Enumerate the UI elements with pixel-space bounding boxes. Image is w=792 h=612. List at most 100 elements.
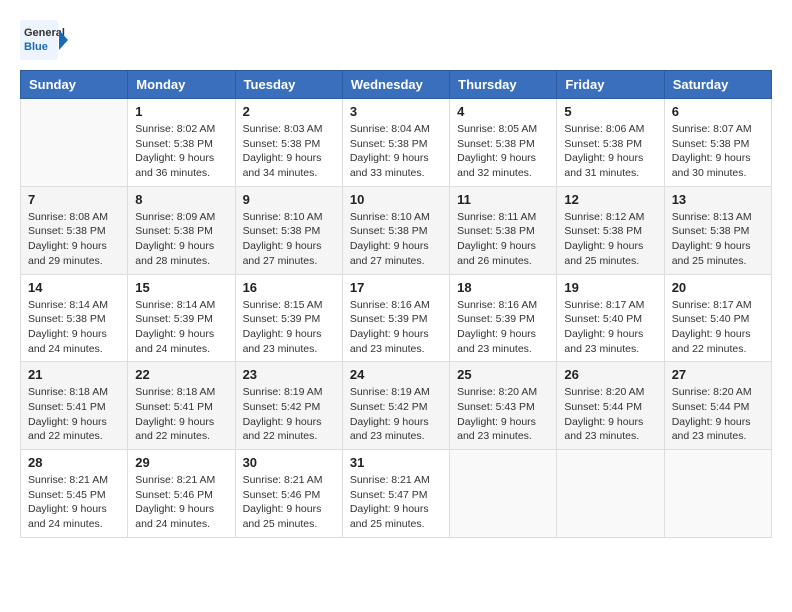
calendar-cell: 25Sunrise: 8:20 AM Sunset: 5:43 PM Dayli… xyxy=(450,362,557,450)
calendar-cell: 12 Sunrise: 8:12 AM Sunset: 5:38 PM Dayli… xyxy=(557,186,664,274)
calendar-cell: 11 Sunrise: 8:11 AM Sunset: 5:38 PM Dayli… xyxy=(450,186,557,274)
day-number: 30 xyxy=(243,455,335,470)
day-number: 9 xyxy=(243,192,335,207)
day-header-wednesday: Wednesday xyxy=(342,71,449,99)
day-detail: Sunrise: 8:18 AM Sunset: 5:41 PM Dayligh… xyxy=(28,385,120,444)
calendar-cell: 13 Sunrise: 8:13 AM Sunset: 5:38 PM Dayli… xyxy=(664,186,771,274)
calendar-cell xyxy=(21,99,128,187)
calendar-cell: 21 Sunrise: 8:18 AM Sunset: 5:41 PM Dayli… xyxy=(21,362,128,450)
day-detail: Sunrise: 8:09 AM Sunset: 5:38 PM Dayligh… xyxy=(135,210,227,269)
day-number: 5 xyxy=(564,104,656,119)
day-number: 23 xyxy=(243,367,335,382)
day-detail: Sunrise: 8:19 AM Sunset: 5:42 PM Dayligh… xyxy=(350,385,442,444)
day-detail: Sunrise: 8:17 AM Sunset: 5:40 PM Dayligh… xyxy=(672,298,764,357)
calendar-cell: 10 Sunrise: 8:10 AM Sunset: 5:38 PM Dayli… xyxy=(342,186,449,274)
calendar-cell: 24 Sunrise: 8:19 AM Sunset: 5:42 PM Dayli… xyxy=(342,362,449,450)
day-number: 19 xyxy=(564,280,656,295)
day-number: 14 xyxy=(28,280,120,295)
calendar-week-2: 7 Sunrise: 8:08 AM Sunset: 5:38 PM Daylig… xyxy=(21,186,772,274)
calendar-cell: 5 Sunrise: 8:06 AM Sunset: 5:38 PM Daylig… xyxy=(557,99,664,187)
day-detail: Sunrise: 8:21 AM Sunset: 5:46 PM Dayligh… xyxy=(135,473,227,532)
day-number: 29 xyxy=(135,455,227,470)
calendar-cell: 22 Sunrise: 8:18 AM Sunset: 5:41 PM Dayli… xyxy=(128,362,235,450)
calendar-cell xyxy=(664,450,771,538)
calendar-cell: 14 Sunrise: 8:14 AM Sunset: 5:38 PM Dayli… xyxy=(21,274,128,362)
day-detail: Sunrise: 8:20 AM Sunset: 5:44 PM Dayligh… xyxy=(672,385,764,444)
calendar-cell: 19 Sunrise: 8:17 AM Sunset: 5:40 PM Dayli… xyxy=(557,274,664,362)
day-detail: Sunrise: 8:21 AM Sunset: 5:45 PM Dayligh… xyxy=(28,473,120,532)
day-detail: Sunrise: 8:18 AM Sunset: 5:41 PM Dayligh… xyxy=(135,385,227,444)
day-detail: Sunrise: 8:11 AM Sunset: 5:38 PM Dayligh… xyxy=(457,210,549,269)
calendar-week-1: 1 Sunrise: 8:02 AM Sunset: 5:38 PM Daylig… xyxy=(21,99,772,187)
day-number: 1 xyxy=(135,104,227,119)
calendar-cell: 6 Sunrise: 8:07 AM Sunset: 5:38 PM Daylig… xyxy=(664,99,771,187)
day-detail: Sunrise: 8:05 AM Sunset: 5:38 PM Dayligh… xyxy=(457,122,549,181)
day-detail: Sunrise: 8:03 AM Sunset: 5:38 PM Dayligh… xyxy=(243,122,335,181)
day-header-monday: Monday xyxy=(128,71,235,99)
calendar-body: 1 Sunrise: 8:02 AM Sunset: 5:38 PM Daylig… xyxy=(21,99,772,538)
day-number: 10 xyxy=(350,192,442,207)
day-detail: Sunrise: 8:10 AM Sunset: 5:38 PM Dayligh… xyxy=(350,210,442,269)
day-header-friday: Friday xyxy=(557,71,664,99)
day-detail: Sunrise: 8:10 AM Sunset: 5:38 PM Dayligh… xyxy=(243,210,335,269)
svg-text:Blue: Blue xyxy=(24,41,48,53)
calendar-header-row: SundayMondayTuesdayWednesdayThursdayFrid… xyxy=(21,71,772,99)
logo: General Blue xyxy=(20,20,70,60)
day-number: 21 xyxy=(28,367,120,382)
svg-text:General: General xyxy=(24,27,65,39)
day-number: 11 xyxy=(457,192,549,207)
calendar-cell: 1 Sunrise: 8:02 AM Sunset: 5:38 PM Daylig… xyxy=(128,99,235,187)
day-number: 12 xyxy=(564,192,656,207)
calendar-week-3: 14 Sunrise: 8:14 AM Sunset: 5:38 PM Dayli… xyxy=(21,274,772,362)
day-number: 6 xyxy=(672,104,764,119)
calendar-week-4: 21 Sunrise: 8:18 AM Sunset: 5:41 PM Dayli… xyxy=(21,362,772,450)
day-detail: Sunrise: 8:02 AM Sunset: 5:38 PM Dayligh… xyxy=(135,122,227,181)
calendar-cell: 30 Sunrise: 8:21 AM Sunset: 5:46 PM Dayli… xyxy=(235,450,342,538)
day-number: 22 xyxy=(135,367,227,382)
calendar-cell: 3Sunrise: 8:04 AM Sunset: 5:38 PM Daylig… xyxy=(342,99,449,187)
day-number: 27 xyxy=(672,367,764,382)
calendar-cell: 20Sunrise: 8:17 AM Sunset: 5:40 PM Dayli… xyxy=(664,274,771,362)
day-number: 28 xyxy=(28,455,120,470)
day-detail: Sunrise: 8:04 AM Sunset: 5:38 PM Dayligh… xyxy=(350,122,442,181)
day-detail: Sunrise: 8:15 AM Sunset: 5:39 PM Dayligh… xyxy=(243,298,335,357)
day-number: 8 xyxy=(135,192,227,207)
day-number: 24 xyxy=(350,367,442,382)
day-detail: Sunrise: 8:21 AM Sunset: 5:47 PM Dayligh… xyxy=(350,473,442,532)
day-detail: Sunrise: 8:21 AM Sunset: 5:46 PM Dayligh… xyxy=(243,473,335,532)
day-number: 16 xyxy=(243,280,335,295)
day-number: 26 xyxy=(564,367,656,382)
day-number: 7 xyxy=(28,192,120,207)
day-detail: Sunrise: 8:06 AM Sunset: 5:38 PM Dayligh… xyxy=(564,122,656,181)
calendar-cell: 8 Sunrise: 8:09 AM Sunset: 5:38 PM Daylig… xyxy=(128,186,235,274)
calendar-cell: 27 Sunrise: 8:20 AM Sunset: 5:44 PM Dayli… xyxy=(664,362,771,450)
calendar-cell: 31Sunrise: 8:21 AM Sunset: 5:47 PM Dayli… xyxy=(342,450,449,538)
day-detail: Sunrise: 8:19 AM Sunset: 5:42 PM Dayligh… xyxy=(243,385,335,444)
calendar-cell: 9 Sunrise: 8:10 AM Sunset: 5:38 PM Daylig… xyxy=(235,186,342,274)
day-header-saturday: Saturday xyxy=(664,71,771,99)
calendar-cell xyxy=(450,450,557,538)
calendar-cell: 18Sunrise: 8:16 AM Sunset: 5:39 PM Dayli… xyxy=(450,274,557,362)
day-number: 4 xyxy=(457,104,549,119)
calendar-cell: 28 Sunrise: 8:21 AM Sunset: 5:45 PM Dayli… xyxy=(21,450,128,538)
day-header-tuesday: Tuesday xyxy=(235,71,342,99)
calendar-cell xyxy=(557,450,664,538)
calendar-cell: 17Sunrise: 8:16 AM Sunset: 5:39 PM Dayli… xyxy=(342,274,449,362)
day-number: 13 xyxy=(672,192,764,207)
calendar-cell: 23 Sunrise: 8:19 AM Sunset: 5:42 PM Dayli… xyxy=(235,362,342,450)
day-detail: Sunrise: 8:12 AM Sunset: 5:38 PM Dayligh… xyxy=(564,210,656,269)
day-detail: Sunrise: 8:08 AM Sunset: 5:38 PM Dayligh… xyxy=(28,210,120,269)
day-detail: Sunrise: 8:17 AM Sunset: 5:40 PM Dayligh… xyxy=(564,298,656,357)
day-detail: Sunrise: 8:14 AM Sunset: 5:38 PM Dayligh… xyxy=(28,298,120,357)
calendar-cell: 29 Sunrise: 8:21 AM Sunset: 5:46 PM Dayli… xyxy=(128,450,235,538)
calendar-cell: 2Sunrise: 8:03 AM Sunset: 5:38 PM Daylig… xyxy=(235,99,342,187)
day-detail: Sunrise: 8:13 AM Sunset: 5:38 PM Dayligh… xyxy=(672,210,764,269)
day-number: 25 xyxy=(457,367,549,382)
header: General Blue xyxy=(20,20,772,60)
day-detail: Sunrise: 8:07 AM Sunset: 5:38 PM Dayligh… xyxy=(672,122,764,181)
day-detail: Sunrise: 8:20 AM Sunset: 5:44 PM Dayligh… xyxy=(564,385,656,444)
calendar-cell: 16 Sunrise: 8:15 AM Sunset: 5:39 PM Dayli… xyxy=(235,274,342,362)
calendar-week-5: 28 Sunrise: 8:21 AM Sunset: 5:45 PM Dayli… xyxy=(21,450,772,538)
day-detail: Sunrise: 8:16 AM Sunset: 5:39 PM Dayligh… xyxy=(350,298,442,357)
calendar-cell: 4 Sunrise: 8:05 AM Sunset: 5:38 PM Daylig… xyxy=(450,99,557,187)
